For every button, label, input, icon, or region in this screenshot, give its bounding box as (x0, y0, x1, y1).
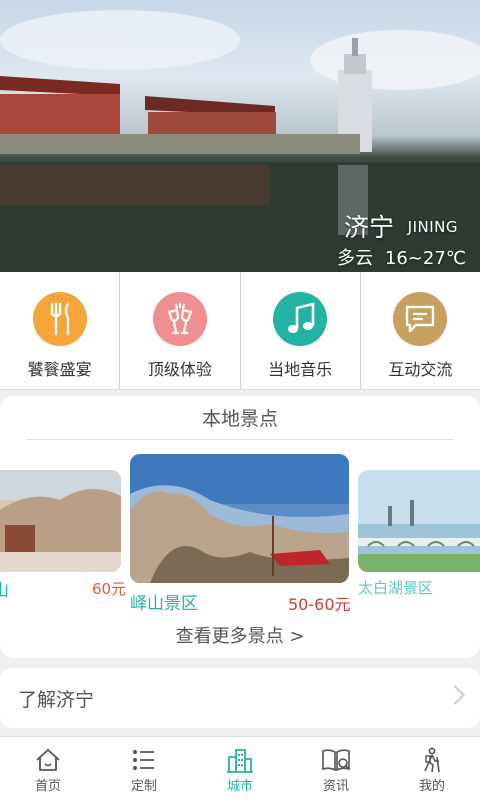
list-icon (133, 750, 154, 770)
wine-glasses-icon (152, 292, 207, 346)
quick-item-experience[interactable]: 顶级体验 (120, 272, 241, 389)
chevron-right-icon (445, 685, 465, 705)
spot-name: 太白湖景区 (358, 579, 434, 597)
quick-item-label: 饕餮盛宴 (27, 360, 92, 379)
tab-mine[interactable]: 我的 (384, 737, 480, 800)
city-icon (227, 749, 253, 773)
home-icon (36, 748, 60, 771)
quick-item-label: 顶级体验 (147, 360, 212, 379)
spot-name: 山 (0, 581, 9, 601)
city-pinyin: JINING (407, 218, 458, 236)
tab-label: 城市 (226, 779, 253, 794)
city-name: 济宁 (343, 213, 394, 242)
spot-name: 峄山景区 (130, 594, 198, 614)
learn-city-label: 了解济宁 (18, 689, 95, 711)
hero-banner[interactable]: 济宁 JINING 多云 16~27℃ (0, 0, 480, 272)
tab-bar: 首页 定制 城市 资讯 我的 (0, 736, 480, 800)
tab-label: 首页 (34, 779, 61, 794)
fork-knife-icon (32, 292, 87, 346)
quick-item-label: 当地音乐 (268, 360, 333, 379)
tab-label: 我的 (418, 779, 445, 794)
spot-photo (358, 470, 480, 572)
quick-item-food[interactable]: 饕餮盛宴 (0, 272, 121, 389)
quick-item-community[interactable]: 互动交流 (361, 272, 480, 389)
quick-item-label: 互动交流 (388, 360, 453, 379)
tab-home[interactable]: 首页 (0, 737, 96, 800)
chat-bubble-icon (393, 292, 448, 346)
weather-info: 多云 16~27℃ (337, 244, 466, 270)
quick-menu: 饕餮盛宴 顶级体验 当地音乐 互动交流 (0, 272, 480, 390)
learn-city-row[interactable]: 了解济宁 (0, 668, 480, 728)
spot-photo (130, 454, 349, 583)
spot-photo (0, 470, 121, 572)
spot-price: 60元 (92, 580, 127, 598)
tab-news[interactable]: 资讯 (288, 737, 384, 800)
scenic-section: 本地景点 山 60元 峄山景区 50-60元 太白湖景区 查看更多景点 > (0, 396, 480, 658)
divider (26, 439, 454, 440)
tab-city[interactable]: 城市 (192, 737, 288, 800)
more-spots-link[interactable]: 查看更多景点 > (0, 622, 480, 648)
tab-custom[interactable]: 定制 (96, 737, 192, 800)
spot-card[interactable] (0, 470, 121, 572)
music-note-icon (273, 292, 328, 346)
tab-label: 资讯 (322, 779, 349, 794)
tab-label: 定制 (130, 779, 157, 794)
news-icon (322, 749, 350, 772)
spot-card[interactable] (358, 470, 480, 572)
quick-item-music[interactable]: 当地音乐 (241, 272, 361, 389)
section-title: 本地景点 (201, 408, 278, 430)
spot-card[interactable] (130, 454, 349, 583)
weather-condition: 多云 (337, 248, 374, 269)
spot-price: 50-60元 (288, 595, 351, 614)
weather-temperature: 16~27℃ (384, 248, 466, 269)
hiker-icon (424, 747, 440, 773)
